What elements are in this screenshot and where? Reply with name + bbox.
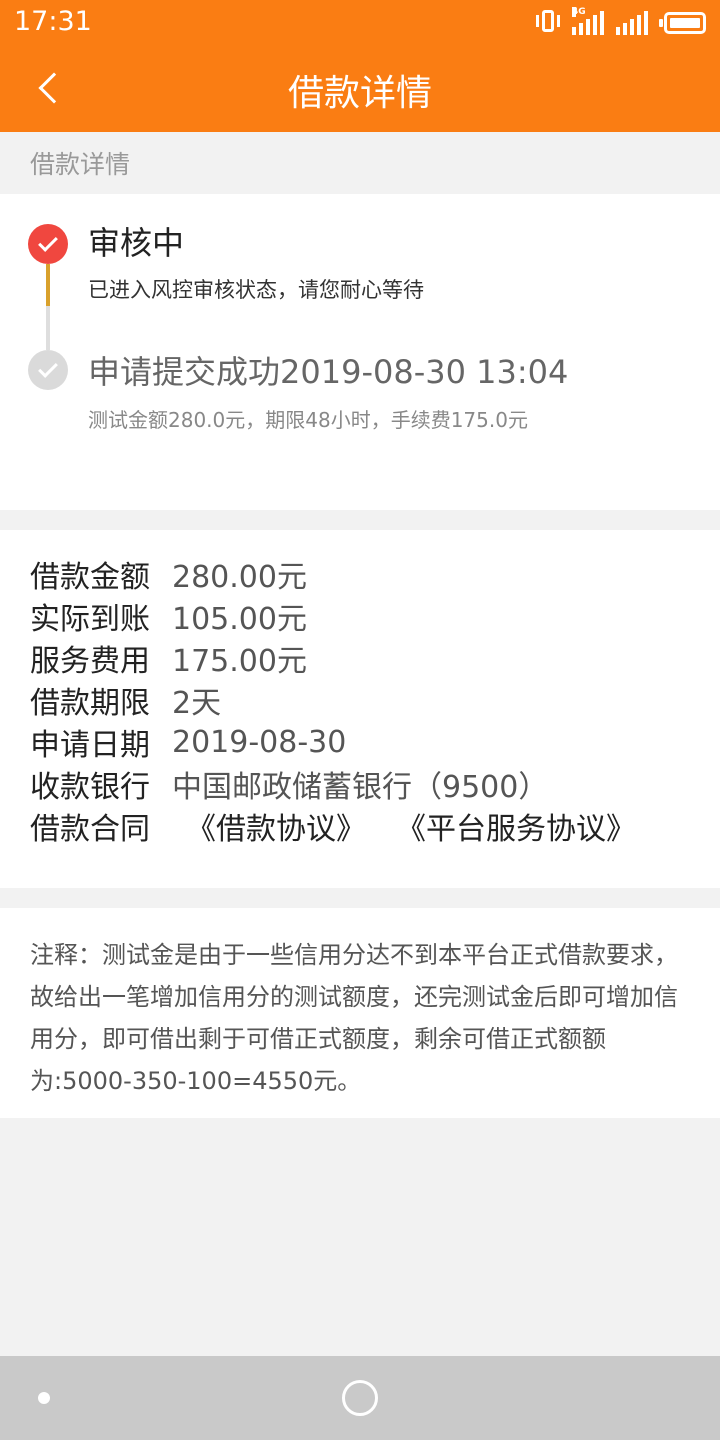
detail-value: 2天 <box>172 686 222 721</box>
status-timeline-card: 审核中 已进入风控审核状态，请您耐心等待 申请提交成功2019-08-30 13… <box>0 194 720 510</box>
detail-row-loan-amount: 借款金额 280.00元 <box>30 553 307 595</box>
detail-value: 2019-08-30 <box>172 724 347 760</box>
home-button-icon[interactable] <box>342 1380 378 1416</box>
detail-value: 280.00元 <box>172 560 307 595</box>
detail-label: 借款金额 <box>30 560 150 595</box>
signal-icon <box>616 11 648 35</box>
detail-value: 175.00元 <box>172 644 307 679</box>
detail-row-contract: 借款合同 《借款协议》 《平台服务协议》 <box>30 805 636 847</box>
timeline-line-inactive <box>46 306 50 350</box>
step-desc-reviewing: 已进入风控审核状态，请您耐心等待 <box>88 278 424 302</box>
system-nav-bar <box>0 1356 720 1440</box>
detail-label: 借款期限 <box>30 686 150 721</box>
detail-row-apply-date: 申请日期 2019-08-30 <box>30 721 347 764</box>
status-bar: 17:31 4G <box>0 0 720 44</box>
note-text: 注释：测试金是由于一些信用分达不到本平台正式借款要求，故给出一笔增加信用分的测试… <box>30 941 678 1095</box>
step-active-check-icon <box>28 224 68 264</box>
step-done-check-icon <box>28 350 68 390</box>
status-time: 17:31 <box>14 6 92 37</box>
step-title-reviewing: 审核中 <box>88 224 185 262</box>
detail-label: 收款银行 <box>30 770 150 805</box>
detail-value: 105.00元 <box>172 602 307 637</box>
detail-label: 实际到账 <box>30 602 150 637</box>
loan-agreement-link[interactable]: 《借款协议》 <box>186 804 366 848</box>
network-type-label: 4G <box>572 7 586 17</box>
nav-bar: 借款详情 <box>0 44 720 132</box>
detail-label: 服务费用 <box>30 644 150 679</box>
detail-row-service-fee: 服务费用 175.00元 <box>30 637 307 679</box>
nav-dot-icon[interactable] <box>38 1392 50 1404</box>
vibrate-icon <box>536 9 560 35</box>
battery-icon <box>659 12 706 34</box>
page-title: 借款详情 <box>287 73 432 114</box>
detail-value: 中国邮政储蓄银行（9500） <box>172 770 549 805</box>
signal-4g-icon: 4G <box>572 7 604 35</box>
step-title-submitted: 申请提交成功2019-08-30 13:04 <box>88 353 569 391</box>
detail-label: 申请日期 <box>30 728 150 763</box>
section-header-label: 借款详情 <box>30 150 131 179</box>
section-header: 借款详情 <box>0 132 720 194</box>
note-card: 注释：测试金是由于一些信用分达不到本平台正式借款要求，故给出一笔增加信用分的测试… <box>0 908 720 1118</box>
detail-row-bank: 收款银行 中国邮政储蓄银行（9500） <box>30 763 548 805</box>
loan-details-card: 借款金额 280.00元 实际到账 105.00元 服务费用 175.00元 借… <box>0 530 720 888</box>
status-icons: 4G <box>536 7 706 35</box>
detail-row-term: 借款期限 2天 <box>30 679 221 721</box>
detail-label: 借款合同 <box>30 812 150 847</box>
timeline-line-active <box>46 264 50 306</box>
step-desc-submitted: 测试金额280.0元，期限48小时，手续费175.0元 <box>88 408 528 432</box>
platform-service-agreement-link[interactable]: 《平台服务协议》 <box>396 804 636 848</box>
detail-row-received: 实际到账 105.00元 <box>30 595 307 637</box>
